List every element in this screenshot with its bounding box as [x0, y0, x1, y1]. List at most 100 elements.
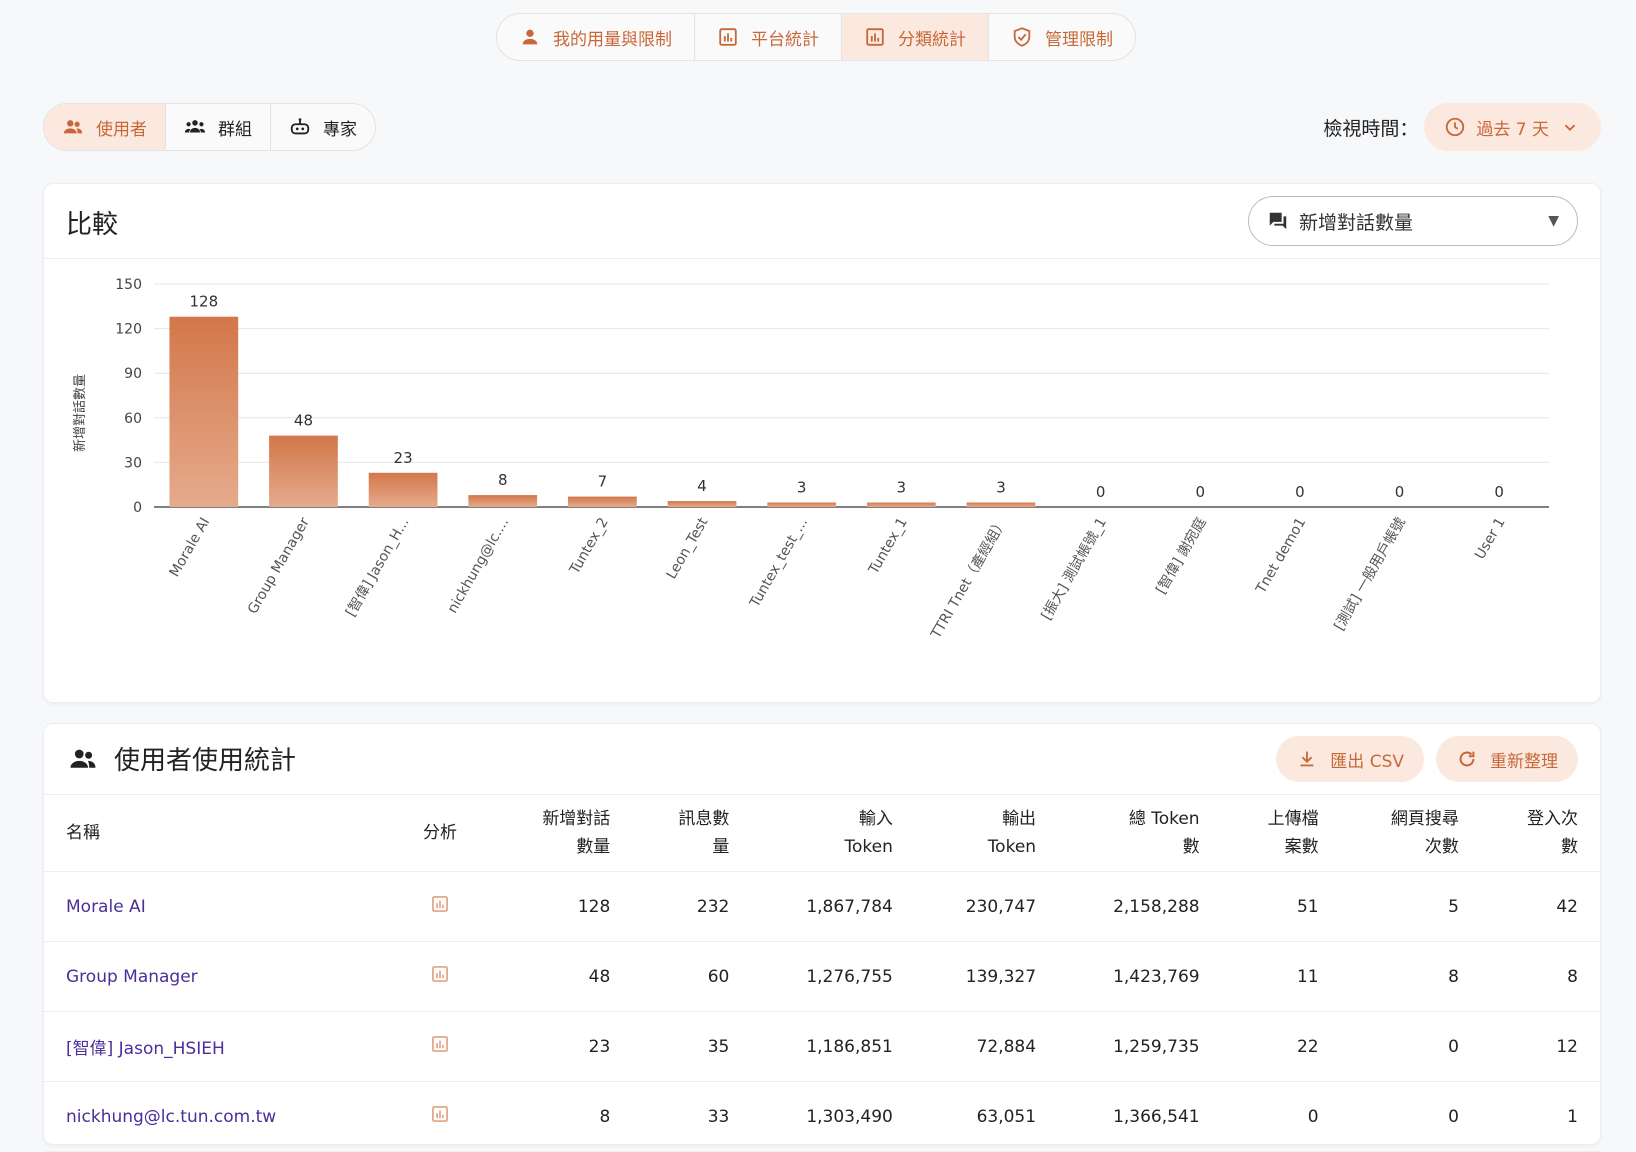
col-logins[interactable]: 登入次數 [1480, 795, 1600, 872]
segment-groups[interactable]: 群組 [166, 104, 271, 150]
shield-check-icon [1011, 26, 1033, 48]
x-tick-label: Morale AI [167, 515, 214, 580]
metric-select-value: 新增對話數量 [1299, 211, 1414, 234]
x-tick-label: TTRI Tnet（產經組） [927, 515, 1011, 643]
cell-files: 51 [1221, 871, 1341, 942]
table-row: [智偉] Jason_HSIEH 23 35 1,186,851 72,884 … [44, 1011, 1600, 1082]
segment-experts[interactable]: 專家 [271, 104, 375, 150]
x-tick-label: [測試] 一般用戶帳號 [1331, 515, 1409, 633]
robot-icon [289, 116, 311, 138]
refresh-button[interactable]: 重新整理 [1436, 736, 1578, 782]
tab-manage-limits-label: 管理限制 [1045, 29, 1113, 50]
segment-users[interactable]: 使用者 [44, 104, 166, 150]
cell-messages: 33 [632, 1081, 752, 1152]
user-stats-header: 使用者使用統計 匯出 CSV 重新整理 [44, 724, 1600, 795]
cell-logins: 1 [1480, 1081, 1600, 1152]
analyze-chart-icon[interactable] [430, 964, 450, 984]
bar-value-label: 4 [697, 477, 707, 495]
time-filter: 檢視時間： 過去 7 天 [1323, 103, 1601, 151]
cell-input-token: 1,186,851 [751, 1011, 915, 1082]
cell-total-token: 2,158,288 [1058, 871, 1222, 942]
user-name-link[interactable]: nickhung@lc.tun.com.tw [44, 1081, 388, 1152]
y-tick-label: 120 [115, 322, 142, 338]
tab-platform-stats[interactable]: 平台統計 [695, 14, 842, 60]
top-nav: 我的用量與限制 平台統計 分類統計 管理限制 [496, 13, 1136, 61]
cell-searches: 5 [1340, 871, 1481, 942]
user-name-link[interactable]: [智偉] Jason_HSIEH [44, 1011, 388, 1082]
tab-category-stats[interactable]: 分類統計 [842, 14, 989, 60]
col-name[interactable]: 名稱 [44, 795, 388, 872]
bar[interactable] [667, 501, 737, 507]
bar[interactable] [866, 502, 936, 507]
bar-value-label: 8 [498, 471, 508, 489]
bar-chart-icon [717, 26, 739, 48]
table-row: nickhung@lc.tun.com.tw 8 33 1,303,490 63… [44, 1081, 1600, 1152]
bar[interactable] [767, 502, 837, 507]
refresh-label: 重新整理 [1490, 751, 1558, 772]
cell-conversations: 23 [492, 1011, 633, 1082]
table-header-row: 名稱 分析 新增對話 數量 訊息數量 輸入 Token 輸出 Token 總 Toke… [44, 795, 1600, 872]
cell-messages: 60 [632, 941, 752, 1012]
analyze-chart-icon[interactable] [430, 1034, 450, 1054]
person-icon [519, 26, 541, 48]
metric-select[interactable]: 新增對話數量 ▼ [1248, 196, 1578, 246]
export-csv-label: 匯出 CSV [1330, 751, 1404, 772]
cell-files: 0 [1221, 1081, 1341, 1152]
bar[interactable] [269, 435, 338, 507]
compare-card: 比較 新增對話數量 ▼ 0 30 60 90 120 150 128 Morale AI 48 G… [43, 183, 1601, 703]
segment-groups-label: 群組 [218, 119, 252, 140]
x-tick-label: Tuntex_1 [865, 515, 910, 578]
cell-conversations: 48 [492, 941, 633, 1012]
col-uploaded-files[interactable]: 上傳檔 案數 [1221, 795, 1341, 872]
time-range-select[interactable]: 過去 7 天 [1424, 103, 1601, 151]
bar[interactable] [568, 496, 637, 507]
user-name-link[interactable]: Group Manager [44, 941, 388, 1012]
x-tick-label: Tuntex_test_... [747, 515, 812, 611]
bar-value-label: 128 [190, 293, 219, 311]
cell-output-token: 230,747 [914, 871, 1059, 942]
table-row: Group Manager 48 60 1,276,755 139,327 1,… [44, 941, 1600, 1012]
compare-title: 比較 [66, 210, 119, 240]
cell-conversations: 128 [492, 871, 633, 942]
cell-input-token: 1,303,490 [751, 1081, 915, 1152]
bar-chart-icon [864, 26, 886, 48]
bar[interactable] [468, 495, 538, 507]
cell-logins: 42 [1480, 871, 1600, 942]
analyze-chart-icon[interactable] [430, 1104, 450, 1124]
analyze-chart-icon[interactable] [430, 894, 450, 914]
refresh-icon [1456, 748, 1478, 770]
cell-output-token: 139,327 [914, 941, 1059, 1012]
tab-category-stats-label: 分類統計 [898, 29, 966, 50]
y-tick-label: 30 [124, 455, 142, 471]
cell-messages: 35 [632, 1011, 752, 1082]
analyze-cell [388, 1081, 492, 1152]
tab-my-usage[interactable]: 我的用量與限制 [497, 14, 695, 60]
bar-value-label: 3 [897, 479, 907, 497]
bar-value-label: 7 [598, 473, 608, 491]
analyze-cell [388, 871, 492, 942]
cell-searches: 0 [1340, 1011, 1481, 1082]
users-icon [62, 116, 84, 138]
cell-conversations: 8 [492, 1081, 633, 1152]
bar[interactable] [368, 472, 438, 507]
col-input-token[interactable]: 輸入 Token [751, 795, 915, 872]
col-web-searches[interactable]: 網頁搜尋 次數 [1340, 795, 1481, 872]
cell-searches: 8 [1340, 941, 1481, 1012]
segment-experts-label: 專家 [323, 119, 357, 140]
bar[interactable] [966, 502, 1036, 507]
cell-logins: 8 [1480, 941, 1600, 1012]
tab-manage-limits[interactable]: 管理限制 [989, 14, 1135, 60]
col-total-token[interactable]: 總 Token 數 [1058, 795, 1222, 872]
col-new-conversations[interactable]: 新增對話 數量 [492, 795, 633, 872]
bar[interactable] [169, 316, 239, 507]
bar-value-label: 23 [394, 449, 413, 467]
time-range-value: 過去 7 天 [1476, 119, 1549, 140]
time-filter-label: 檢視時間： [1323, 117, 1419, 140]
user-stats-table: 名稱 分析 新增對話 數量 訊息數量 輸入 Token 輸出 Token 總 Toke… [44, 795, 1600, 1152]
col-output-token[interactable]: 輸出 Token [914, 795, 1059, 872]
col-messages[interactable]: 訊息數量 [632, 795, 752, 872]
export-csv-button[interactable]: 匯出 CSV [1276, 736, 1424, 782]
user-name-link[interactable]: Morale AI [44, 871, 388, 942]
chat-icon [1267, 210, 1289, 232]
tab-my-usage-label: 我的用量與限制 [553, 29, 672, 50]
